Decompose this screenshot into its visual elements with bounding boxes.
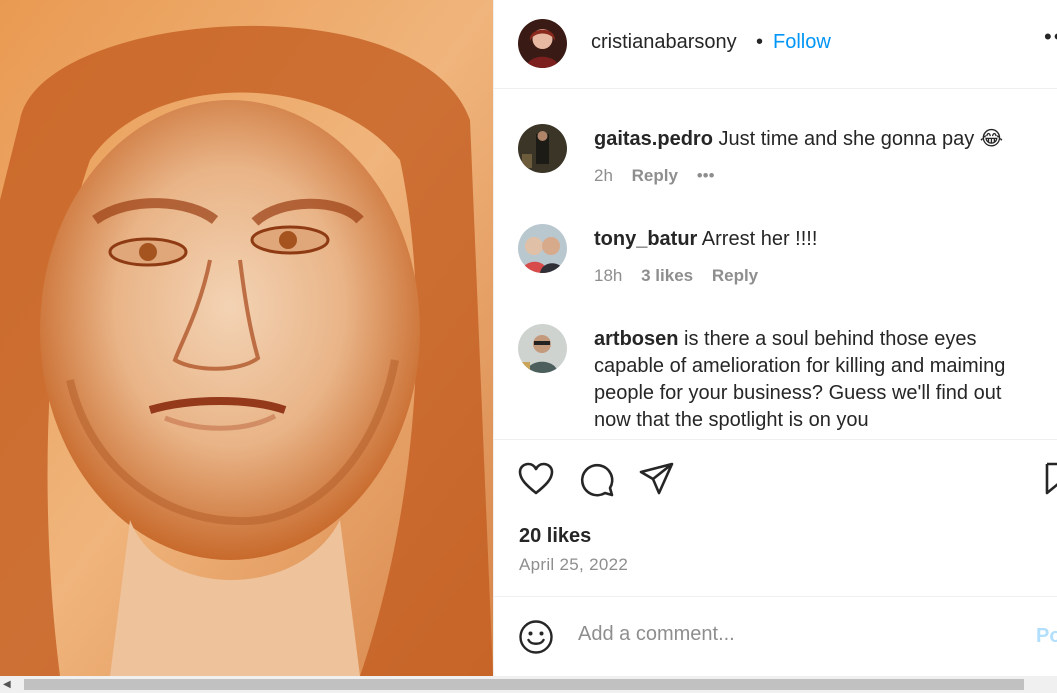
comment-time[interactable]: 18h [594, 266, 622, 286]
horizontal-scrollbar[interactable]: ◀ [0, 676, 1057, 693]
bookmark-icon[interactable] [1045, 462, 1057, 501]
comment-more-icon[interactable]: ••• [697, 166, 715, 186]
scroll-left-arrow-icon[interactable]: ◀ [3, 679, 11, 690]
add-comment-bar: Post [494, 596, 1057, 676]
scrollbar-thumb[interactable] [24, 679, 1024, 690]
reply-button[interactable]: Reply [712, 266, 758, 286]
portrait-sketch-image [0, 0, 493, 676]
commenter-avatar[interactable] [518, 124, 567, 173]
comment-meta: 18h 3 likes Reply [594, 266, 772, 286]
commenter-avatar[interactable] [518, 224, 567, 273]
emoji-icon[interactable] [518, 619, 554, 660]
author-avatar[interactable] [518, 19, 567, 68]
comment-item: gaitas.pedro Just time and she gonna pay… [494, 124, 1057, 204]
post-image[interactable] [0, 0, 493, 676]
comment-text: Just time and she gonna pay 😂 [718, 128, 1004, 150]
comment-text: Arrest her !!!! [701, 228, 818, 250]
comments-list[interactable]: gaitas.pedro Just time and she gonna pay… [494, 90, 1057, 439]
post-header: cristianabarsony • Follow ••• [494, 0, 1057, 89]
reply-button[interactable]: Reply [632, 166, 678, 186]
comment-icon[interactable] [579, 462, 615, 503]
instagram-post-modal: cristianabarsony • Follow ••• gaitas.ped… [0, 0, 1057, 676]
comment-time[interactable]: 2h [594, 166, 613, 186]
post-likes-count[interactable]: 20 likes [519, 525, 591, 548]
comment-username[interactable]: gaitas.pedro [594, 128, 713, 150]
post-actions: 20 likes April 25, 2022 [494, 439, 1057, 596]
header-separator: • [756, 31, 764, 53]
comment-username[interactable]: tony_batur [594, 228, 697, 250]
author-username[interactable]: cristianabarsony [591, 31, 737, 54]
commenter-avatar[interactable] [518, 324, 567, 373]
comment-meta: 2h Reply ••• [594, 166, 729, 186]
comment-username[interactable]: artbosen [594, 328, 678, 350]
comment-item: tony_batur Arrest her !!!! 18h 3 likes R… [494, 224, 1057, 304]
follow-button[interactable]: Follow [773, 31, 831, 54]
comment-item: artbosen is there a soul behind those ey… [494, 324, 1057, 439]
comment-likes-count[interactable]: 3 likes [641, 266, 693, 286]
share-icon[interactable] [639, 462, 675, 501]
post-comment-button[interactable]: Post [1036, 625, 1057, 648]
post-side-panel: cristianabarsony • Follow ••• gaitas.ped… [493, 0, 1057, 676]
more-options-icon[interactable]: ••• [1044, 24, 1057, 50]
heart-icon[interactable] [518, 462, 554, 501]
comment-input[interactable] [578, 623, 1018, 646]
post-date[interactable]: April 25, 2022 [519, 555, 628, 575]
